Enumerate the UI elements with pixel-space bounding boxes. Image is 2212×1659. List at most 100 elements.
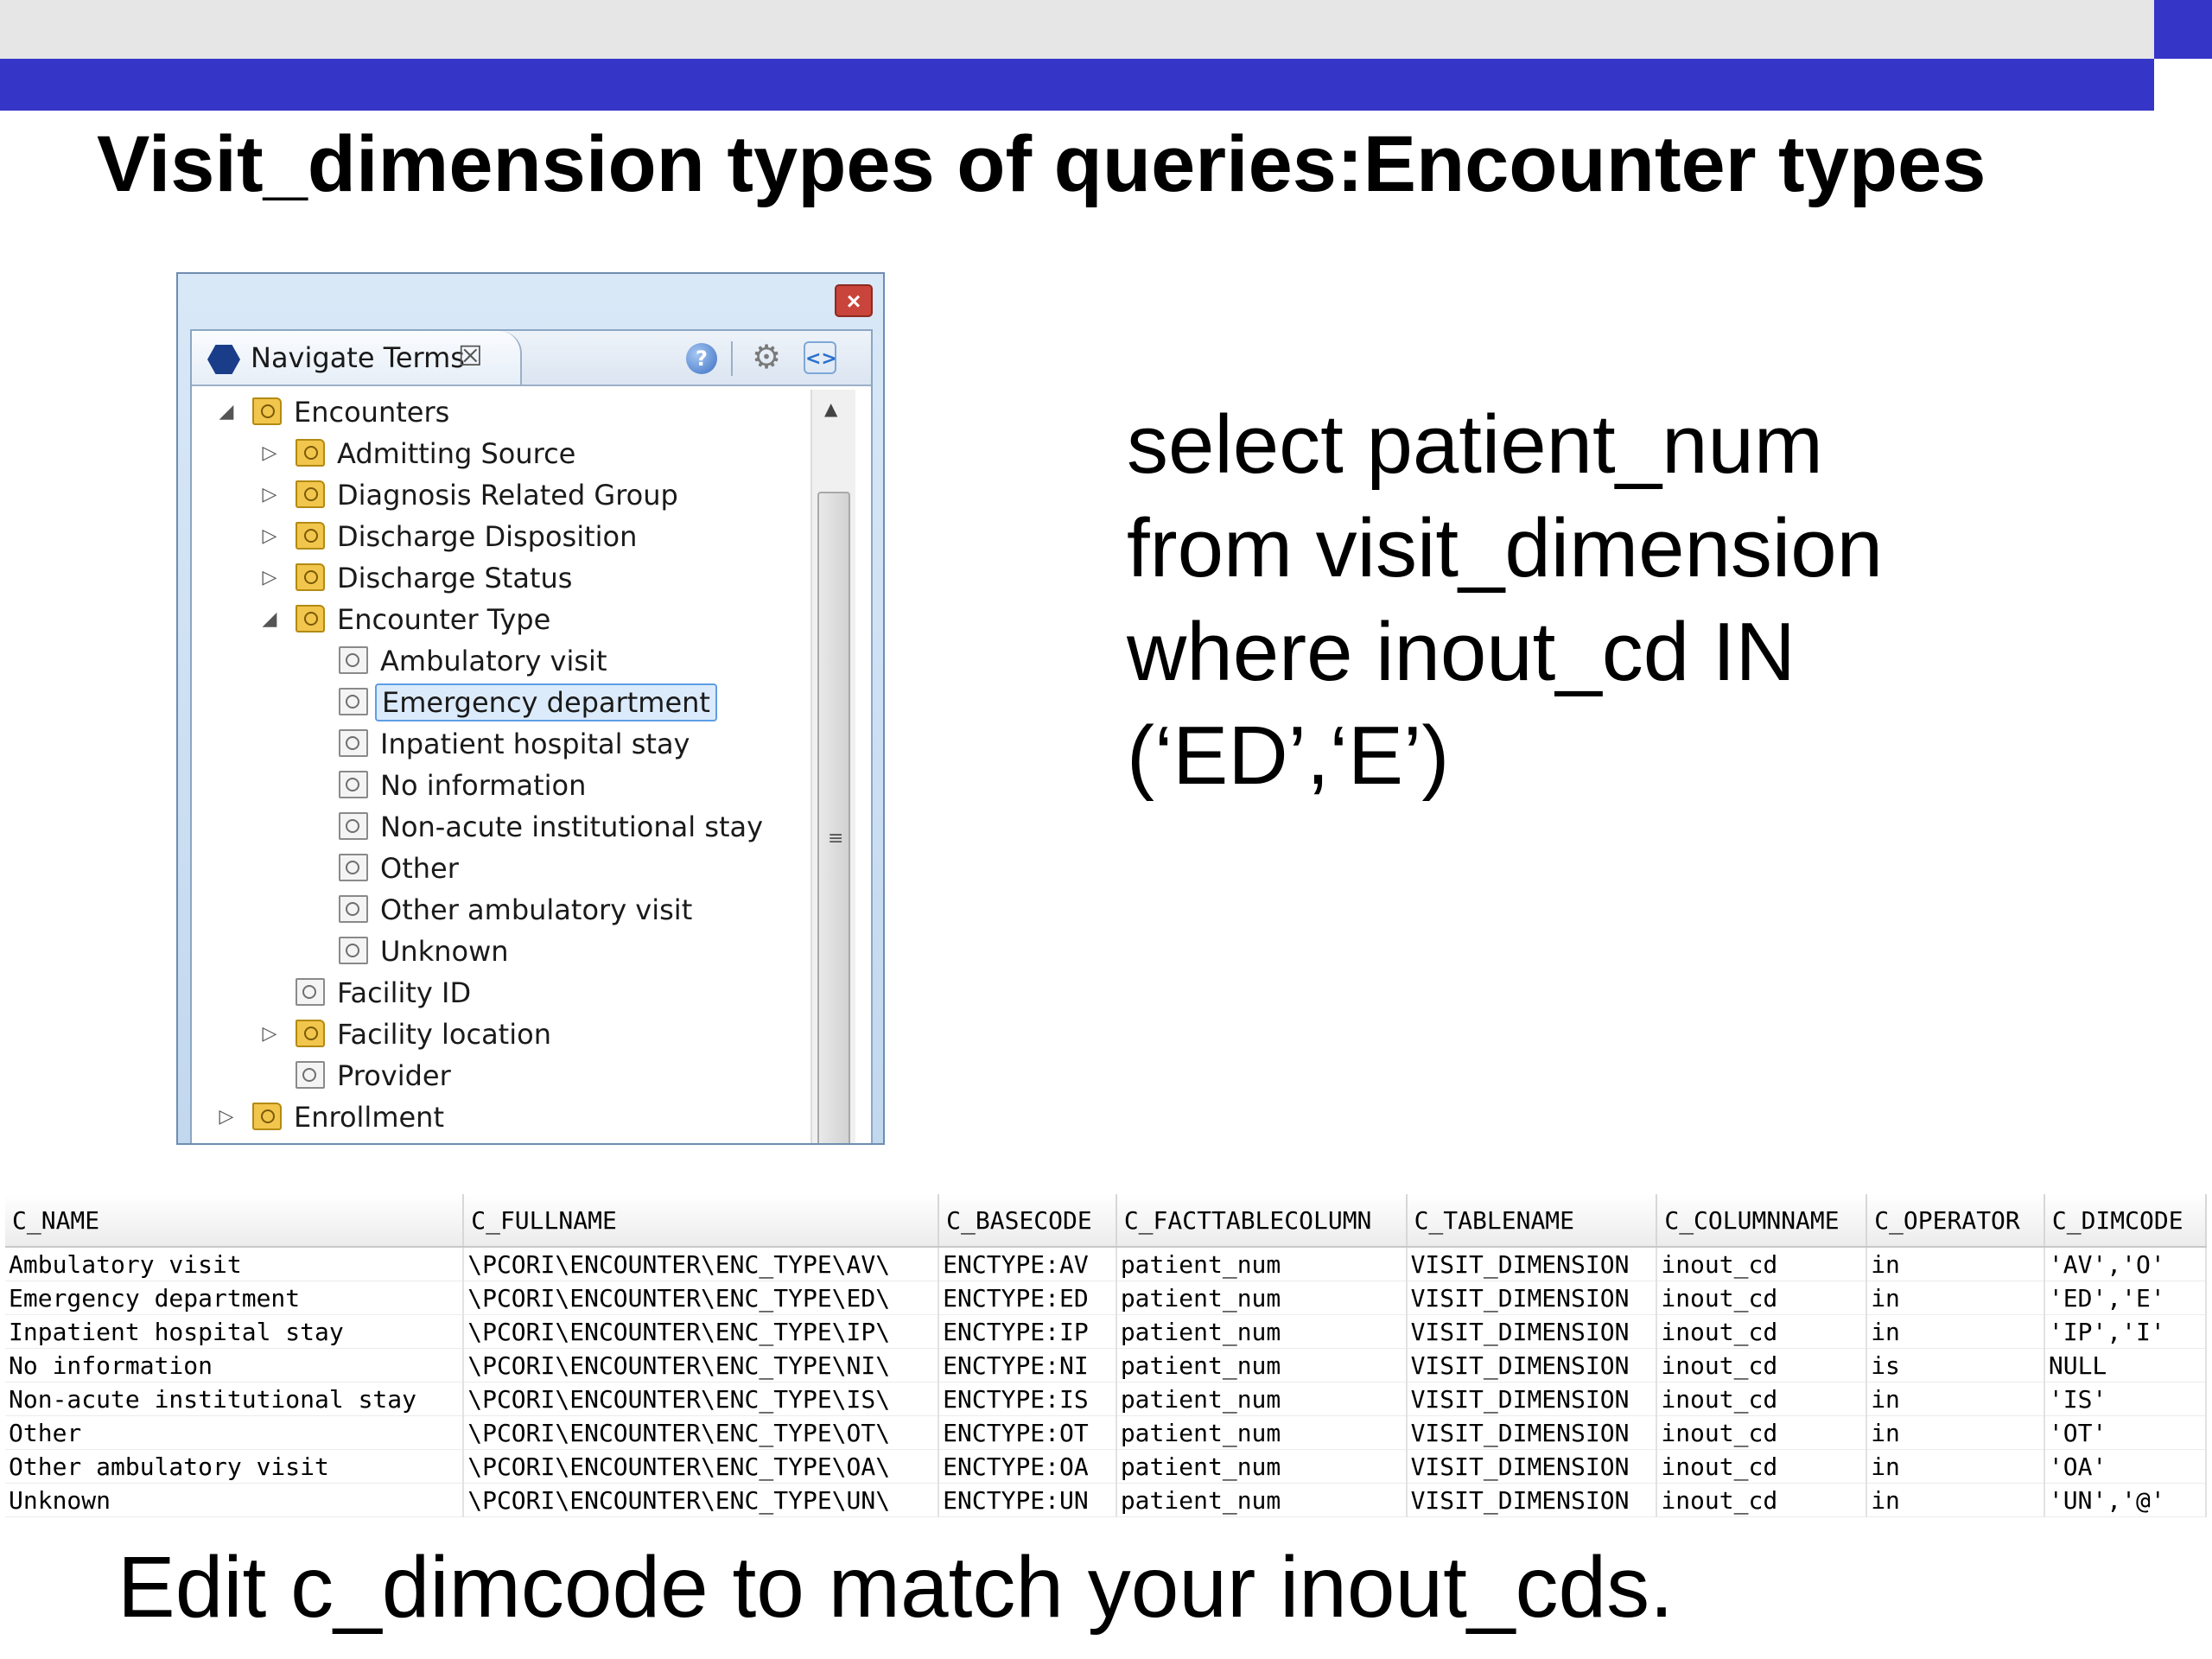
tree-item[interactable]: Ambulatory visit: [192, 640, 805, 682]
tree-item[interactable]: Unknown: [192, 931, 805, 972]
tree-item-label: Encounter Type: [337, 603, 551, 636]
table-cell: inout_cd: [1656, 1348, 1868, 1382]
folder-icon: [296, 605, 325, 632]
help-icon[interactable]: ?: [686, 343, 717, 374]
column-header[interactable]: C_OPERATOR: [1866, 1194, 2045, 1248]
table-row[interactable]: Other ambulatory visit \PCORI\ENCOUNTER\E…: [5, 1449, 2208, 1484]
tree-item[interactable]: ◢ Encounters: [192, 391, 805, 433]
tree-item[interactable]: Emergency department: [192, 682, 805, 723]
collapse-arrow-icon[interactable]: ◢: [216, 391, 237, 433]
expand-arrow-icon[interactable]: ▷: [259, 557, 280, 599]
tree-item[interactable]: Inpatient hospital stay: [192, 723, 805, 765]
scroll-thumb[interactable]: ≡: [817, 492, 850, 1143]
table-row[interactable]: Unknown \PCORI\ENCOUNTER\ENC_TYPE\UN\ ENCT…: [5, 1483, 2208, 1517]
expand-arrow-icon[interactable]: ▷: [216, 1096, 237, 1138]
vertical-scrollbar[interactable]: ▲ ≡: [810, 390, 855, 1143]
collapse-arrow-icon[interactable]: ◢: [259, 599, 280, 640]
column-header[interactable]: C_NAME: [5, 1194, 465, 1248]
table-cell: \PCORI\ENCOUNTER\ENC_TYPE\AV\: [463, 1247, 940, 1281]
expand-arrow-icon[interactable]: ▷: [259, 1014, 280, 1055]
table-cell: VISIT_DIMENSION: [1406, 1449, 1658, 1484]
column-header[interactable]: C_FACTTABLECOLUMN: [1116, 1194, 1408, 1248]
table-cell: ENCTYPE:ED: [938, 1281, 1117, 1315]
table-cell: in: [1866, 1314, 2045, 1349]
table-row[interactable]: Ambulatory visit \PCORI\ENCOUNTER\ENC_TYP…: [5, 1247, 2208, 1281]
table-cell: inout_cd: [1656, 1314, 1868, 1349]
tree-item[interactable]: ◢ Encounter Type: [192, 599, 805, 640]
table-cell: ENCTYPE:OT: [938, 1415, 1117, 1450]
column-header[interactable]: C_FULLNAME: [463, 1194, 940, 1248]
table-cell: in: [1866, 1449, 2045, 1484]
table-cell: ENCTYPE:IS: [938, 1382, 1117, 1416]
top-accent-bar: [0, 59, 2154, 111]
table-cell: inout_cd: [1656, 1281, 1868, 1315]
tab-close-icon[interactable]: ☒: [458, 340, 483, 372]
tree-item[interactable]: ▷ Facility location: [192, 1014, 805, 1055]
column-header[interactable]: C_TABLENAME: [1406, 1194, 1658, 1248]
table-cell: Other: [5, 1415, 465, 1450]
table-cell: 'OA': [2044, 1449, 2208, 1484]
folder-icon: [296, 480, 325, 508]
metadata-table: C_NAME C_FULLNAME C_BASECODE C_FACTTABLECOL…: [5, 1194, 2208, 1517]
folder-icon: [296, 563, 325, 591]
scroll-up-icon[interactable]: ▲: [824, 398, 837, 419]
table-cell: VISIT_DIMENSION: [1406, 1415, 1658, 1450]
table-row[interactable]: Non-acute institutional stay \PCORI\ENCOU…: [5, 1382, 2208, 1416]
table-cell: ENCTYPE:UN: [938, 1483, 1117, 1517]
term-icon: [339, 771, 368, 798]
top-gray-bar: [0, 0, 2212, 59]
tree-item-label: Admitting Source: [337, 437, 576, 470]
table-cell: \PCORI\ENCOUNTER\ENC_TYPE\NI\: [463, 1348, 940, 1382]
tree-item[interactable]: No information: [192, 765, 805, 806]
tree-item-label: Discharge Status: [337, 562, 573, 594]
tree-item-label: Non-acute institutional stay: [380, 810, 764, 843]
sql-query: select patient_num from visit_dimension …: [1127, 393, 1883, 808]
expand-arrow-icon[interactable]: ▷: [259, 516, 280, 557]
tree-item[interactable]: Other: [192, 848, 805, 889]
tree-item[interactable]: Facility ID: [192, 972, 805, 1014]
table-cell: in: [1866, 1483, 2045, 1517]
navigate-terms-panel: Navigate Terms ☒ ? ⚙ <> ◢ Encounters ▷ Admi…: [190, 329, 873, 1143]
table-cell: \PCORI\ENCOUNTER\ENC_TYPE\ED\: [463, 1281, 940, 1315]
tree-item[interactable]: Other ambulatory visit: [192, 889, 805, 931]
column-header[interactable]: C_COLUMNNAME: [1656, 1194, 1868, 1248]
tree-item[interactable]: ▷ Enrollment: [192, 1096, 805, 1138]
slide-title: Visit_dimension types of queries:Encount…: [97, 120, 1986, 208]
footer-instruction: Edit c_dimcode to match your inout_cds.: [118, 1539, 1674, 1636]
tree-item[interactable]: ▷ Discharge Disposition: [192, 516, 805, 557]
sql-line: where inout_cd IN: [1127, 606, 1796, 698]
sync-view-icon[interactable]: <>: [804, 341, 837, 374]
table-row[interactable]: Inpatient hospital stay \PCORI\ENCOUNTER\…: [5, 1314, 2208, 1349]
table-cell: patient_num: [1116, 1314, 1408, 1349]
table-cell: is: [1866, 1348, 2045, 1382]
term-icon: [339, 729, 368, 757]
tree-item[interactable]: Non-acute institutional stay: [192, 806, 805, 848]
table-row[interactable]: No information \PCORI\ENCOUNTER\ENC_TYPE\…: [5, 1348, 2208, 1382]
table-cell: VISIT_DIMENSION: [1406, 1348, 1658, 1382]
column-header[interactable]: C_DIMCODE: [2044, 1194, 2208, 1248]
table-cell: 'UN','@': [2044, 1483, 2208, 1517]
table-cell: patient_num: [1116, 1449, 1408, 1484]
tree-item-label: Emergency department: [375, 683, 717, 721]
tree-item-label: Unknown: [380, 935, 509, 968]
tree-item[interactable]: ▷ Discharge Status: [192, 557, 805, 599]
tree-item[interactable]: Provider: [192, 1055, 805, 1096]
column-header[interactable]: C_BASECODE: [938, 1194, 1117, 1248]
gear-icon[interactable]: ⚙: [752, 338, 781, 376]
table-cell: ENCTYPE:IP: [938, 1314, 1117, 1349]
tree-item-label: Other ambulatory visit: [380, 893, 693, 926]
term-icon: [339, 854, 368, 881]
table-row[interactable]: Emergency department \PCORI\ENCOUNTER\ENC…: [5, 1281, 2208, 1315]
tree-item[interactable]: ▷ Admitting Source: [192, 433, 805, 474]
tree-item-label: Diagnosis Related Group: [337, 479, 678, 512]
table-cell: inout_cd: [1656, 1483, 1868, 1517]
table-row[interactable]: Other \PCORI\ENCOUNTER\ENC_TYPE\OT\ ENCTYP…: [5, 1415, 2208, 1450]
expand-arrow-icon[interactable]: ▷: [259, 433, 280, 474]
table-cell: patient_num: [1116, 1247, 1408, 1281]
tree-item[interactable]: ▷ Diagnosis Related Group: [192, 474, 805, 516]
tab-navigate-terms[interactable]: Navigate Terms ☒: [192, 331, 522, 385]
tree-item-label: Encounters: [294, 396, 450, 429]
expand-arrow-icon[interactable]: ▷: [259, 474, 280, 516]
table-cell: inout_cd: [1656, 1449, 1868, 1484]
window-close-button[interactable]: ×: [835, 284, 873, 317]
